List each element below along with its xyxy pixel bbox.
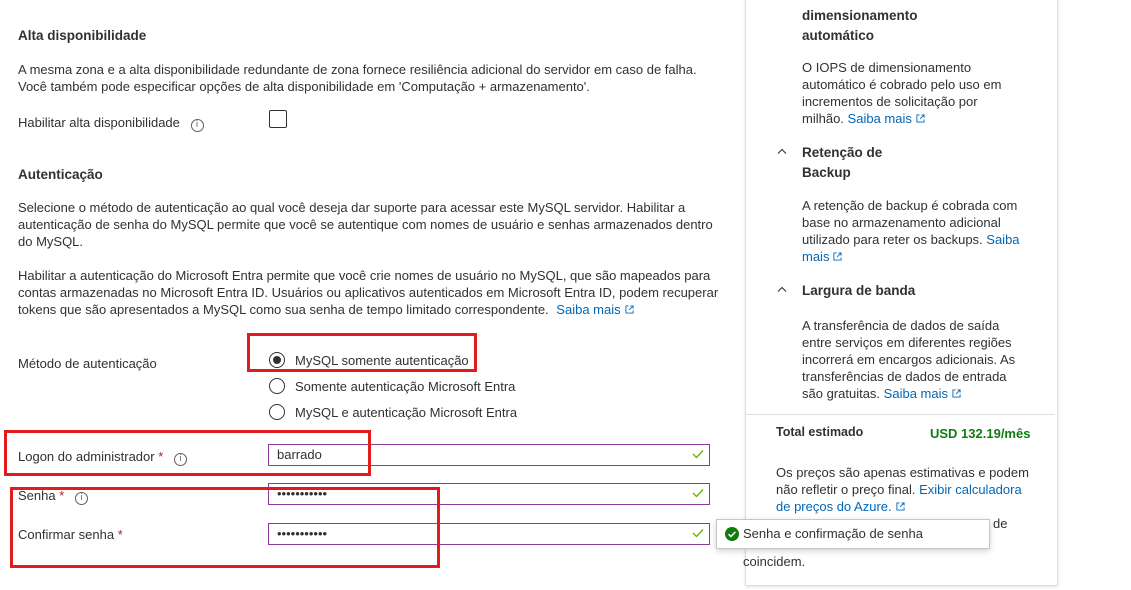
external-link-icon — [916, 114, 925, 123]
learn-more-link[interactable]: Saiba mais — [884, 386, 961, 401]
auth-desc1-line1: Selecione o método de autenticação ao qu… — [18, 200, 686, 215]
ha-enable-label-row: Habilitar alta disponibilidade i — [18, 115, 204, 132]
external-link-icon — [625, 305, 634, 314]
backup-description: A retenção de backup é cobrada com base … — [802, 197, 1020, 265]
note-line3-row: de preços do Azure. — [776, 498, 1029, 515]
backup-title[interactable]: Retenção de Backup — [802, 143, 882, 183]
autoscale-title-line1: dimensionamento — [802, 8, 918, 23]
ha-enable-checkbox[interactable] — [269, 110, 287, 128]
note-line1: Os preços são apenas estimativas e podem — [776, 465, 1029, 480]
autoscale-line4: milhão. — [802, 111, 844, 126]
learn-more-label: Saiba mais — [847, 111, 912, 126]
learn-more-link[interactable]: Saiba mais — [848, 111, 925, 126]
note-line2-row: não refletir o preço final. Exibir calcu… — [776, 481, 1029, 498]
ha-description-line1: A mesma zona e a alta disponibilidade re… — [18, 62, 697, 77]
chevron-up-icon[interactable] — [777, 286, 787, 292]
autoscale-line2: automático é cobrado pelo uso em — [802, 77, 1002, 92]
bandwidth-line1: A transferência de dados de saída — [802, 318, 1000, 333]
pricing-calculator-label2: de preços do Azure. — [776, 499, 892, 514]
learn-more-label-part1: Saiba — [986, 232, 1020, 247]
success-check-icon — [725, 527, 739, 541]
learn-more-label-part2: mais — [802, 249, 830, 264]
autoscale-title: dimensionamento automático — [802, 6, 918, 46]
annotation-highlight-admin-login — [4, 430, 371, 476]
learn-more-link[interactable]: mais — [802, 249, 843, 264]
autoscale-line4-row: milhão. Saiba mais — [802, 110, 1001, 127]
check-icon — [692, 450, 704, 459]
auth-desc2-line3-row: tokens que são apresentados a MySQL como… — [18, 301, 634, 318]
learn-more-link[interactable]: Saiba mais — [556, 302, 634, 317]
auth-desc2-line1: Habilitar a autenticação do Microsoft En… — [18, 268, 711, 283]
bandwidth-description: A transferência de dados de saída entre … — [802, 317, 1015, 402]
note-line2: não refletir o preço final. — [776, 482, 916, 497]
auth-method-label: Método de autenticação — [18, 356, 157, 371]
backup-line3: utilizado para reter os backups. — [802, 232, 983, 247]
bandwidth-line3: incorrerá em encargos adicionais. As — [802, 352, 1016, 367]
autoscale-line1: O IOPS de dimensionamento — [802, 60, 972, 75]
external-link-icon — [952, 389, 961, 398]
learn-more-link[interactable]: Saiba — [986, 232, 1019, 247]
backup-line4-row: mais — [802, 248, 1020, 265]
info-icon[interactable]: i — [190, 119, 204, 132]
backup-line2: base no armazenamento adicional — [802, 215, 1001, 230]
radio-icon[interactable] — [269, 378, 285, 394]
pricing-calculator-link[interactable]: de preços do Azure. — [776, 499, 905, 514]
bandwidth-line5-row: são gratuitas. Saiba mais — [802, 385, 1015, 402]
pricing-calculator-label1: Exibir calculadora — [919, 482, 1022, 497]
password-match-tooltip: Senha e confirmação de senha coincidem. — [716, 519, 990, 569]
auth-option-label: Somente autenticação Microsoft Entra — [295, 379, 516, 394]
note-line4-end: de — [993, 516, 1008, 531]
autoscale-line3: incrementos de solicitação por — [802, 94, 978, 109]
auth-desc2-line2: contas armazenadas no Microsoft Entra ID… — [18, 285, 719, 300]
learn-more-label: Saiba mais — [883, 386, 948, 401]
learn-more-label: Saiba mais — [556, 302, 621, 317]
backup-line3-row: utilizado para reter os backups. Saiba — [802, 231, 1020, 248]
chevron-up-icon[interactable] — [777, 148, 787, 154]
backup-line1: A retenção de backup é cobrada com — [802, 198, 1018, 213]
check-icon — [692, 489, 704, 498]
total-estimated-label: Total estimado — [776, 425, 864, 439]
pricing-calculator-link[interactable]: Exibir calculadora — [919, 482, 1022, 497]
auth-desc1-line3: do MySQL. — [18, 234, 84, 249]
autoscale-title-line2: automático — [802, 28, 875, 43]
radio-icon[interactable] — [269, 404, 285, 420]
divider — [746, 414, 1055, 415]
ha-description-line2: Você também pode especificar opções de a… — [18, 79, 590, 94]
auth-desc1-line2: autenticação de senha do MySQL permite q… — [18, 217, 713, 232]
bandwidth-line5: são gratuitas. — [802, 386, 881, 401]
bandwidth-line4: transferências de dados de entrada — [802, 369, 1007, 384]
total-estimated-value: USD 132.19/mês — [930, 426, 1031, 441]
external-link-icon — [896, 502, 905, 511]
bandwidth-title[interactable]: Largura de banda — [802, 281, 915, 301]
ha-section-title: Alta disponibilidade — [18, 28, 147, 43]
backup-title-line2: Backup — [802, 165, 851, 180]
check-icon — [692, 529, 704, 538]
bandwidth-line2: entre serviços em diferentes regiões — [802, 335, 1012, 350]
autoscale-description: O IOPS de dimensionamento automático é c… — [802, 59, 1001, 127]
auth-option-label: MySQL e autenticação Microsoft Entra — [295, 405, 518, 420]
backup-title-line1: Retenção de — [802, 145, 883, 160]
ha-enable-label: Habilitar alta disponibilidade — [18, 115, 180, 130]
auth-section-title: Autenticação — [18, 167, 103, 182]
annotation-highlight-auth-method — [247, 333, 477, 372]
annotation-highlight-passwords — [10, 487, 440, 568]
auth-desc2-line3: tokens que são apresentados a MySQL como… — [18, 302, 549, 317]
external-link-icon — [833, 252, 843, 261]
